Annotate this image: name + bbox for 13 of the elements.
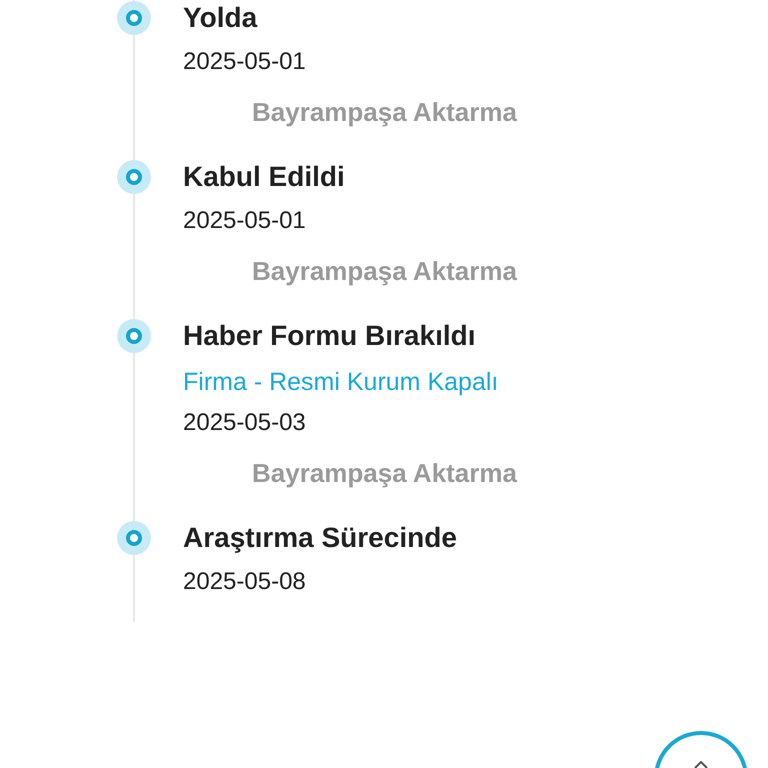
status-note: Firma - Resmi Kurum Kapalı <box>183 367 500 398</box>
location-label: Bayrampaşa Aktarma <box>252 96 517 129</box>
status-date: 2025-05-03 <box>183 408 307 438</box>
status-date: 2025-05-01 <box>183 47 307 77</box>
location-label: Bayrampaşa Aktarma <box>252 255 517 288</box>
status-title: Yolda <box>183 1 258 35</box>
status-date: 2025-05-08 <box>183 567 307 597</box>
chevron-up-icon <box>694 761 708 768</box>
status-date: 2025-05-01 <box>183 206 307 236</box>
location-label: Bayrampaşa Aktarma <box>252 457 517 490</box>
status-title: Haber Formu Bırakıldı <box>183 319 477 353</box>
status-title: Araştırma Sürecinde <box>183 521 457 555</box>
status-title: Kabul Edildi <box>183 160 346 194</box>
